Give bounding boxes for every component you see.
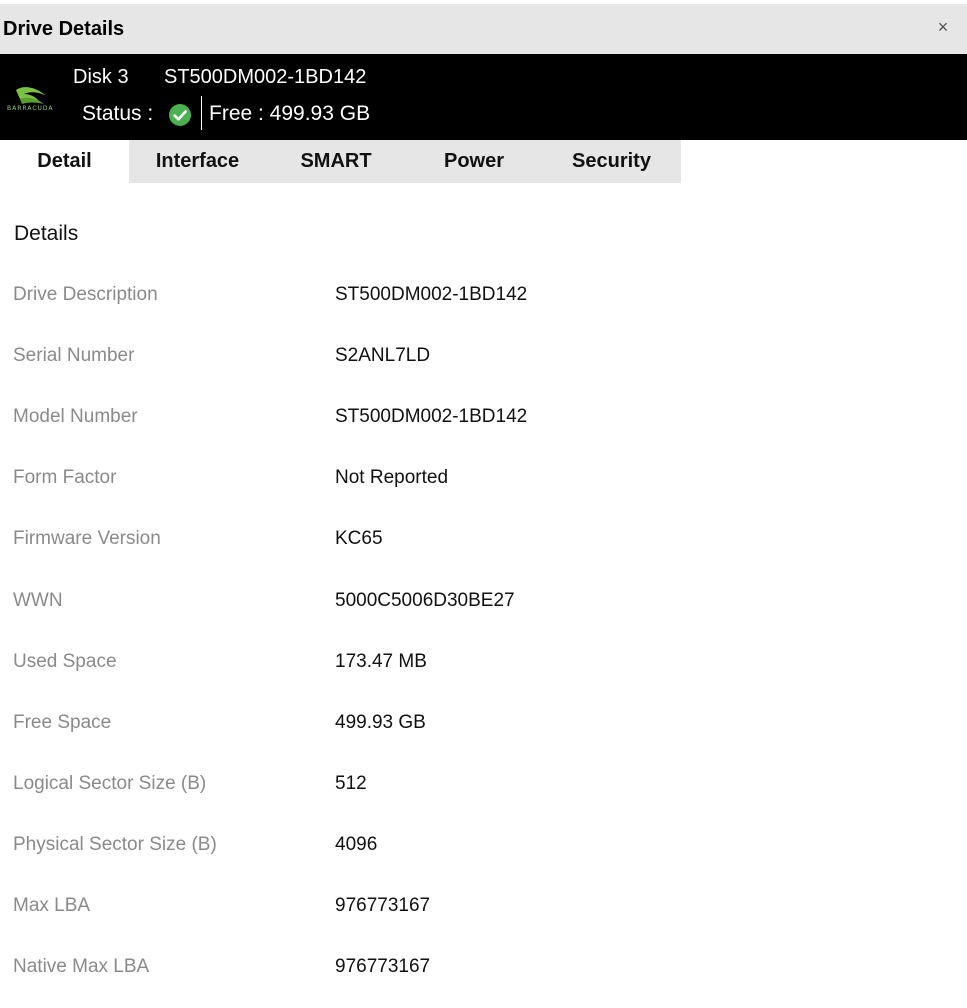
row-value: ST500DM002-1BD142 [335, 406, 528, 427]
status-label: Status : [82, 102, 154, 125]
row-label: Firmware Version [13, 528, 161, 549]
brand-text: BARRACUDA [7, 105, 54, 112]
tab-smart[interactable]: SMART [266, 140, 406, 183]
row-label: Native Max LBA [13, 956, 150, 977]
row-label: Drive Description [13, 284, 158, 305]
row-value: 5000C5006D30BE27 [335, 590, 515, 611]
row-label: Serial Number [13, 345, 135, 366]
row-value: Not Reported [335, 467, 449, 488]
row-label: Free Space [13, 712, 112, 733]
tab-security[interactable]: Security [542, 140, 681, 183]
row-value: S2ANL7LD [335, 345, 431, 366]
row-value: 173.47 MB [335, 651, 427, 672]
row-label: Model Number [13, 406, 138, 427]
drive-header: BARRACUDA Disk 3 ST500DM002-1BD142 Statu… [0, 54, 967, 140]
row-value: 976773167 [335, 956, 431, 977]
tab-power[interactable]: Power [406, 140, 542, 183]
row-value: 4096 [335, 834, 378, 855]
free-space-label: Free : 499.93 GB [209, 102, 371, 125]
close-icon[interactable]: × [934, 18, 952, 36]
row-label: Used Space [13, 651, 117, 672]
title-bar: Drive Details × [0, 4, 967, 54]
tab-interface[interactable]: Interface [129, 140, 266, 183]
row-value: 512 [335, 773, 367, 794]
row-label: Max LBA [13, 895, 91, 916]
row-label: Physical Sector Size (B) [13, 834, 217, 855]
disk-model: ST500DM002-1BD142 [164, 66, 367, 88]
header-divider [201, 96, 202, 130]
disk-name: Disk 3 [73, 66, 129, 88]
row-label: WWN [13, 590, 63, 611]
row-label: Form Factor [13, 467, 117, 488]
window-title: Drive Details [3, 18, 125, 40]
check-circle-icon [169, 104, 191, 126]
row-value: KC65 [335, 528, 383, 549]
tab-detail[interactable]: Detail [0, 140, 129, 183]
tab-bar: Detail Interface SMART Power Security [0, 140, 681, 183]
section-title: Details [14, 222, 79, 245]
row-value: 976773167 [335, 895, 431, 916]
row-value: 499.93 GB [335, 712, 426, 733]
row-label: Logical Sector Size (B) [13, 773, 207, 794]
row-value: ST500DM002-1BD142 [335, 284, 528, 305]
